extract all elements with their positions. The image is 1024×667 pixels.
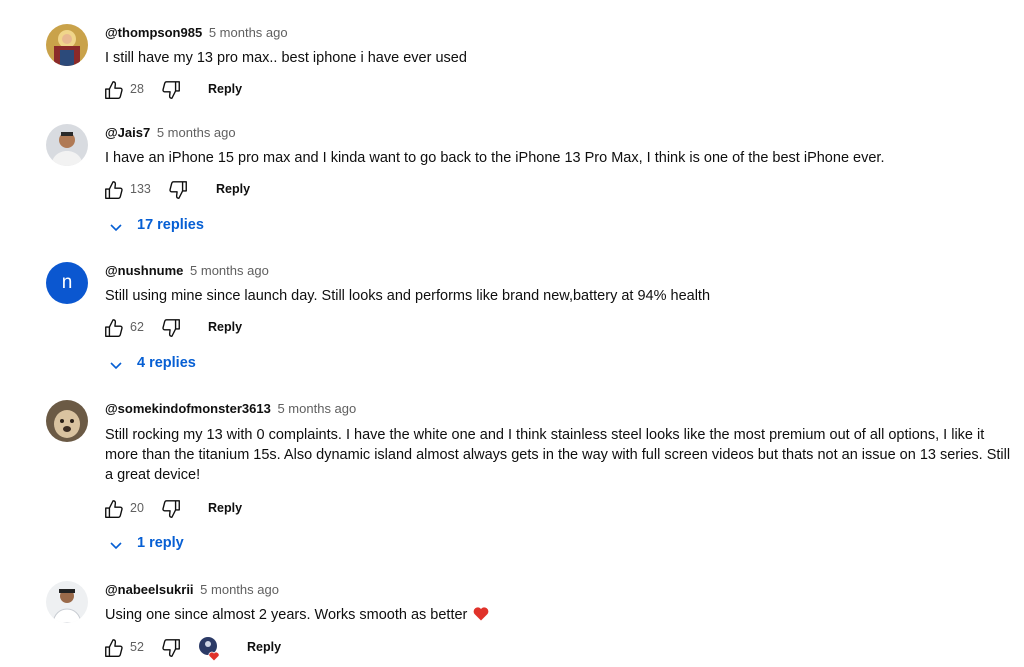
thumb-down-icon[interactable] <box>160 498 182 520</box>
avatar[interactable] <box>46 581 88 623</box>
thumb-up-icon[interactable] <box>103 317 125 339</box>
heart-icon <box>473 606 489 621</box>
chevron-down-icon <box>108 537 124 553</box>
thumb-down-icon[interactable] <box>160 79 182 101</box>
comment-header: @somekindofmonster3613 5 months ago <box>105 401 356 416</box>
comment-text: I have an iPhone 15 pro max and I kinda … <box>105 150 885 166</box>
author-name[interactable]: @nushnume <box>105 263 183 278</box>
like-count: 20 <box>130 501 144 515</box>
timestamp[interactable]: 5 months ago <box>200 582 279 597</box>
chevron-down-icon <box>108 357 124 373</box>
thumb-up-icon[interactable] <box>103 498 125 520</box>
avatar[interactable]: n <box>46 262 88 304</box>
reply-button[interactable]: Reply <box>208 82 242 96</box>
avatar[interactable] <box>46 400 88 442</box>
author-name[interactable]: @somekindofmonster3613 <box>105 401 271 416</box>
reply-button[interactable]: Reply <box>216 182 250 196</box>
comment-text: Still using mine since launch day. Still… <box>105 288 711 304</box>
timestamp[interactable]: 5 months ago <box>209 25 288 40</box>
comment-header: @nabeelsukrii 5 months ago <box>105 582 279 597</box>
timestamp[interactable]: 5 months ago <box>277 401 356 416</box>
avatar[interactable] <box>46 24 88 66</box>
creator-heart-icon <box>198 636 224 662</box>
author-name[interactable]: @Jais7 <box>105 125 150 140</box>
comment-body: Using one since almost 2 years. Works sm… <box>105 607 468 623</box>
replies-label: 4 replies <box>137 355 196 371</box>
like-count: 52 <box>130 640 144 654</box>
timestamp[interactable]: 5 months ago <box>190 263 269 278</box>
like-count: 133 <box>130 182 151 196</box>
comment-text: Using one since almost 2 years. Works sm… <box>105 605 1017 625</box>
like-count: 62 <box>130 320 144 334</box>
thumb-down-icon[interactable] <box>160 637 182 659</box>
reply-button[interactable]: Reply <box>208 320 242 334</box>
comment-header: @Jais7 5 months ago <box>105 125 236 140</box>
chevron-down-icon <box>108 219 124 235</box>
timestamp[interactable]: 5 months ago <box>157 125 236 140</box>
avatar[interactable] <box>46 124 88 166</box>
thumb-down-icon[interactable] <box>167 179 189 201</box>
comment-header: @thompson985 5 months ago <box>105 25 288 40</box>
comment-header: @nushnume 5 months ago <box>105 263 269 278</box>
thumb-up-icon[interactable] <box>103 179 125 201</box>
like-count: 28 <box>130 82 144 96</box>
reply-button[interactable]: Reply <box>208 501 242 515</box>
comment-text: I still have my 13 pro max.. best iphone… <box>105 50 467 66</box>
thumb-up-icon[interactable] <box>103 637 125 659</box>
thumb-down-icon[interactable] <box>160 317 182 339</box>
thumb-up-icon[interactable] <box>103 79 125 101</box>
replies-label: 1 reply <box>137 535 184 551</box>
author-name[interactable]: @nabeelsukrii <box>105 582 194 597</box>
comment-text: Still rocking my 13 with 0 complaints. I… <box>105 427 1011 483</box>
reply-button[interactable]: Reply <box>247 640 281 654</box>
author-name[interactable]: @thompson985 <box>105 25 202 40</box>
replies-label: 17 replies <box>137 217 204 233</box>
